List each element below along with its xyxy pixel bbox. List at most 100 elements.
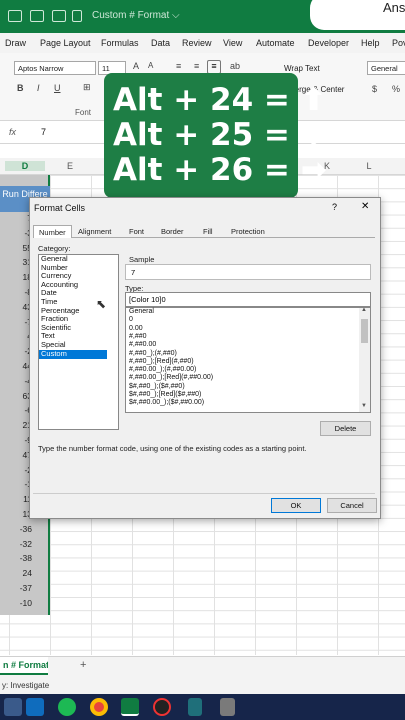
- format-code-item[interactable]: 0: [129, 316, 133, 325]
- obs-icon[interactable]: [153, 698, 171, 716]
- cell-value[interactable]: -8: [0, 286, 32, 299]
- format-code-item[interactable]: #,##0.00_);(#,##0.00): [129, 366, 196, 375]
- cell-value[interactable]: 44: [0, 360, 32, 373]
- category-item[interactable]: Custom: [41, 349, 67, 359]
- tab-protection[interactable]: Protection: [226, 225, 270, 238]
- autosave-icon[interactable]: [8, 10, 22, 22]
- sheet-tab-custom-format[interactable]: n # Format: [0, 657, 48, 675]
- cell-value[interactable]: -6: [0, 404, 32, 417]
- align-bottom-icon[interactable]: ≡: [207, 60, 221, 74]
- menu-view[interactable]: View: [223, 38, 242, 48]
- format-code-item[interactable]: General: [129, 308, 154, 317]
- format-code-item[interactable]: #,##0.00_);[Red](#,##0.00): [129, 374, 213, 383]
- increase-font-icon[interactable]: A: [133, 61, 139, 71]
- cell-value[interactable]: 21: [0, 419, 32, 432]
- cell-value[interactable]: -32: [0, 538, 32, 551]
- cell-value[interactable]: 24: [0, 567, 32, 580]
- calculator-icon[interactable]: [220, 698, 235, 716]
- menu-formulas[interactable]: Formulas: [101, 38, 139, 48]
- cancel-button[interactable]: Cancel: [327, 498, 377, 513]
- cell-value[interactable]: -2: [0, 464, 32, 477]
- add-sheet-icon[interactable]: +: [80, 659, 86, 671]
- type-input[interactable]: [Color 10]0: [125, 292, 371, 307]
- cell-value[interactable]: -1: [0, 478, 32, 491]
- cell-value[interactable]: 4: [0, 330, 32, 343]
- fx-icon[interactable]: fx: [9, 127, 16, 137]
- decrease-font-icon[interactable]: A: [148, 61, 153, 70]
- cell-value[interactable]: -3: [0, 227, 32, 240]
- tab-number[interactable]: Number: [33, 225, 72, 238]
- font-name-select[interactable]: Aptos Narrow: [14, 61, 96, 75]
- bold-icon[interactable]: B: [17, 83, 24, 93]
- customize-qat-icon[interactable]: [72, 10, 82, 22]
- cell-value[interactable]: -9: [0, 434, 32, 447]
- menu-page-layout[interactable]: Page Layout: [40, 38, 91, 48]
- formula-input[interactable]: 7: [41, 127, 46, 137]
- percent-button[interactable]: %: [392, 84, 400, 94]
- open-folder-icon[interactable]: [30, 10, 44, 22]
- number-format-select[interactable]: General: [367, 61, 405, 75]
- format-code-item[interactable]: $#,##0_);($#,##0): [129, 383, 185, 392]
- cell-value[interactable]: 18: [0, 271, 32, 284]
- scrollbar-thumb[interactable]: [361, 319, 368, 343]
- file-explorer-icon[interactable]: [4, 698, 22, 716]
- format-code-item[interactable]: #,##0.00: [129, 341, 156, 350]
- save-icon[interactable]: [52, 10, 66, 22]
- underline-icon[interactable]: U: [54, 83, 61, 93]
- menu-help[interactable]: Help: [361, 38, 380, 48]
- help-icon[interactable]: ?: [332, 202, 337, 212]
- currency-button[interactable]: $: [372, 84, 377, 94]
- scroll-up-icon[interactable]: ▲: [361, 307, 367, 313]
- cell-value[interactable]: -2: [0, 345, 32, 358]
- tab-font[interactable]: Font: [124, 225, 149, 238]
- ok-button[interactable]: OK: [271, 498, 321, 513]
- excel-icon[interactable]: [121, 698, 139, 716]
- cell-value[interactable]: 43: [0, 301, 32, 314]
- mail-icon[interactable]: [26, 698, 44, 716]
- delete-button[interactable]: Delete: [320, 421, 371, 436]
- cell-value[interactable]: -4: [0, 375, 32, 388]
- chrome-icon[interactable]: [90, 698, 108, 716]
- menu-data[interactable]: Data: [151, 38, 170, 48]
- menu-draw[interactable]: Draw: [5, 38, 26, 48]
- app-icon[interactable]: [188, 698, 202, 716]
- spotify-icon[interactable]: [58, 698, 76, 716]
- cell-value[interactable]: 31: [0, 256, 32, 269]
- align-top-icon[interactable]: ≡: [176, 61, 181, 71]
- align-middle-icon[interactable]: ≡: [194, 61, 199, 71]
- cell-value[interactable]: -37: [0, 582, 32, 595]
- col-header-l[interactable]: L: [349, 161, 389, 171]
- italic-icon[interactable]: I: [37, 83, 40, 93]
- cell-value[interactable]: 63: [0, 390, 32, 403]
- borders-icon[interactable]: ⊞: [83, 82, 91, 93]
- cell-value[interactable]: -38: [0, 552, 32, 565]
- format-code-item[interactable]: #,##0: [129, 333, 147, 342]
- menu-developer[interactable]: Developer: [308, 38, 349, 48]
- tab-fill[interactable]: Fill: [198, 225, 218, 238]
- orientation-icon[interactable]: ab: [230, 61, 240, 71]
- cell-value[interactable]: 11: [0, 493, 32, 506]
- wrap-text-button[interactable]: Wrap Text: [284, 64, 320, 73]
- col-header-d[interactable]: D: [5, 161, 45, 171]
- format-code-item[interactable]: #,##0_);(#,##0): [129, 350, 177, 359]
- cell-value[interactable]: 55: [0, 242, 32, 255]
- cell-value[interactable]: -7: [0, 316, 32, 329]
- menu-review[interactable]: Review: [182, 38, 212, 48]
- cell-value[interactable]: 7: [0, 212, 32, 225]
- cell-value[interactable]: -36: [0, 523, 32, 536]
- format-code-item[interactable]: $#,##0.00_);($#,##0.00): [129, 399, 204, 408]
- tab-border[interactable]: Border: [156, 225, 189, 238]
- cell-value[interactable]: 47: [0, 449, 32, 462]
- menu-automate[interactable]: Automate: [256, 38, 295, 48]
- col-header-e[interactable]: E: [50, 161, 90, 171]
- menu-pov[interactable]: Pov: [392, 38, 405, 48]
- format-code-item[interactable]: 0.00: [129, 325, 143, 334]
- scroll-down-icon[interactable]: ▼: [361, 403, 367, 409]
- cell-value[interactable]: -10: [0, 597, 32, 610]
- format-code-item[interactable]: #,##0_);[Red](#,##0): [129, 358, 194, 367]
- document-title[interactable]: Custom # Format ⌵: [92, 10, 180, 21]
- tab-alignment[interactable]: Alignment: [73, 225, 116, 238]
- format-code-item[interactable]: $#,##0_);[Red]($#,##0): [129, 391, 201, 400]
- close-icon[interactable]: ✕: [361, 201, 369, 212]
- cell-value[interactable]: 13: [0, 508, 32, 521]
